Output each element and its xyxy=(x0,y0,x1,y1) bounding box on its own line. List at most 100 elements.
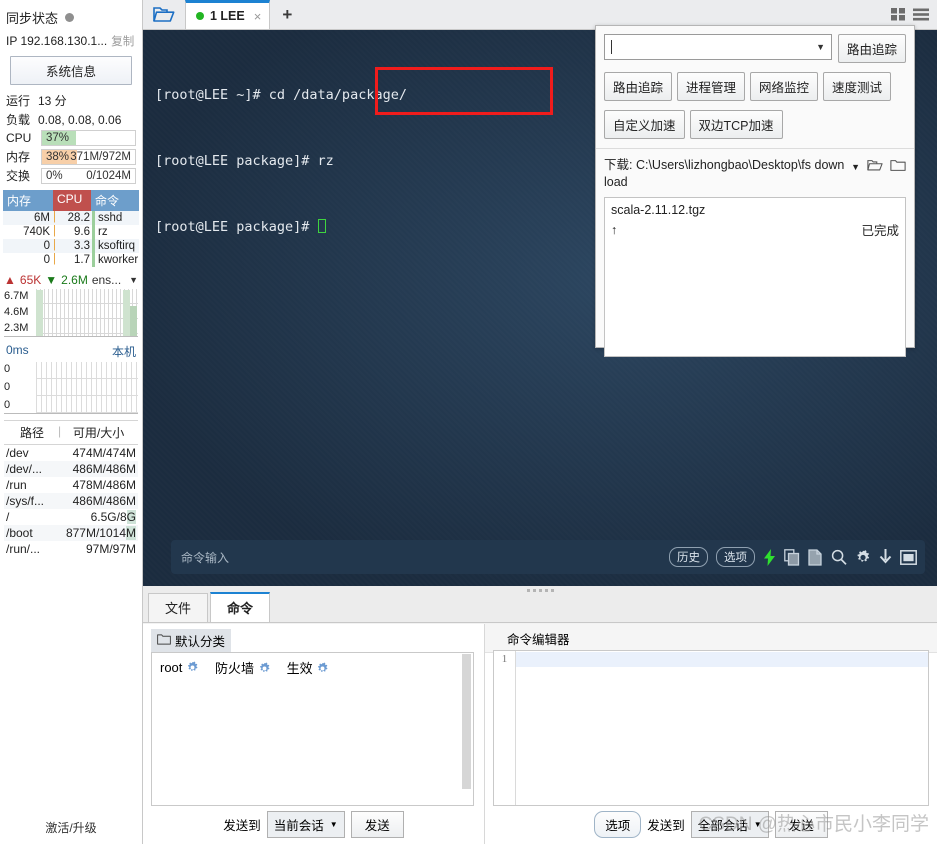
download-list[interactable]: scala-2.11.12.tgz ↑ 已完成 xyxy=(604,197,906,357)
send-target-value-2: 全部会话 xyxy=(697,819,748,833)
tool-button[interactable]: 进程管理 xyxy=(677,72,746,101)
disk-size: 486M/486M xyxy=(72,494,136,508)
gear-icon[interactable] xyxy=(186,660,199,677)
disk-row[interactable]: /run/... 97M/97M xyxy=(4,541,138,557)
command-input-bar[interactable]: 命令输入 历史 选项 xyxy=(171,540,925,574)
process-row[interactable]: 740K | 9.6 rz xyxy=(3,225,139,239)
download-icon[interactable] xyxy=(879,548,892,566)
disk-row[interactable]: /boot 877M/1014M xyxy=(4,525,138,541)
latency-value: 0ms xyxy=(6,343,29,357)
bottom-tab-bar: 文件 命令 xyxy=(143,592,937,623)
process-cpu: 9.6 xyxy=(74,226,90,238)
tab-files[interactable]: 文件 xyxy=(148,593,209,622)
upload-speed: 65K xyxy=(19,273,42,287)
disk-path: /run/... xyxy=(6,542,41,556)
disk-row[interactable]: /run 478M/486M xyxy=(4,477,138,493)
tool-button[interactable]: 网络监控 xyxy=(750,72,819,101)
trace-route-button[interactable]: 路由追踪 xyxy=(837,34,906,63)
axis-tick-label: 6.7M xyxy=(4,290,29,302)
process-row[interactable]: 6M | 28.2 sshd xyxy=(3,211,139,225)
close-icon[interactable]: × xyxy=(254,9,262,24)
disk-row[interactable]: /dev 474M/474M xyxy=(4,445,138,461)
chevron-down-icon[interactable]: ▼ xyxy=(851,162,860,172)
disk-row[interactable]: / 6.5G/8G xyxy=(4,509,138,525)
disk-table-header: 路径 | 可用/大小 xyxy=(4,421,138,445)
send-button-2[interactable]: 发送 xyxy=(774,811,828,838)
tool-button[interactable]: 路由追踪 xyxy=(604,72,673,101)
gear-icon[interactable] xyxy=(855,549,871,566)
lightning-icon[interactable] xyxy=(763,548,776,566)
axis-tick-label: 0 xyxy=(4,381,11,393)
process-cpu: 28.2 xyxy=(67,212,90,224)
sync-status-indicator-icon xyxy=(65,13,75,22)
open-folder-icon[interactable] xyxy=(867,159,883,175)
session-tab-label: 1 LEE xyxy=(210,9,245,23)
folder-icon[interactable] xyxy=(890,159,906,175)
process-cpu: 3.3 xyxy=(74,240,90,252)
send-target-select-2[interactable]: 全部会话 ▼ xyxy=(690,811,769,838)
load-label: 负载 xyxy=(6,113,31,127)
window-icon[interactable] xyxy=(900,549,917,565)
disk-path: /run xyxy=(6,478,27,492)
download-item[interactable]: scala-2.11.12.tgz ↑ 已完成 xyxy=(611,203,899,239)
send-controls-right: 选项 发送到 全部会话 ▼ 发送 xyxy=(485,811,937,838)
options-button[interactable]: 选项 xyxy=(716,547,755,567)
gear-icon[interactable] xyxy=(316,662,329,678)
disk-row[interactable]: /dev/... 486M/486M xyxy=(4,461,138,477)
process-row[interactable]: 0 | 1.7 kworker xyxy=(3,253,139,267)
category-chip[interactable]: 默认分类 xyxy=(151,629,232,652)
disk-size: 486M/486M xyxy=(72,462,136,476)
command-list-box[interactable]: root 防火墙 生效 xyxy=(151,652,474,806)
command-list-scrollbar[interactable] xyxy=(461,654,472,804)
scrollbar-thumb[interactable] xyxy=(462,654,471,789)
system-info-button[interactable]: 系统信息 xyxy=(10,56,132,85)
command-list-pane: 默认分类 root 防火墙 生效 发送到 当前会话 ▼ 发送 xyxy=(143,624,484,844)
activate-upgrade-link[interactable]: 激活/升级 xyxy=(0,819,142,836)
gear-icon[interactable] xyxy=(258,662,271,678)
session-tab-lee[interactable]: 1 LEE × xyxy=(185,0,271,29)
command-item[interactable]: 生效 xyxy=(287,658,330,678)
trace-target-combo[interactable]: ▼ xyxy=(604,34,832,60)
list-view-icon[interactable] xyxy=(913,8,929,26)
open-folder-icon[interactable] xyxy=(143,0,185,29)
chevron-down-icon[interactable]: ▼ xyxy=(129,275,138,285)
send-button[interactable]: 发送 xyxy=(350,811,404,838)
tool-button[interactable]: 速度测试 xyxy=(823,72,892,101)
swap-label: 交换 xyxy=(6,169,31,183)
grid-view-icon[interactable] xyxy=(891,8,907,26)
process-header-command[interactable]: 命令 xyxy=(91,190,139,211)
copy-icon[interactable] xyxy=(784,548,800,566)
copy-ip-button[interactable]: 复制 xyxy=(111,33,134,49)
process-header-memory[interactable]: 内存 xyxy=(3,190,53,211)
download-path-label: 下载: C:\Users\lizhongbao\Desktop\fs downl… xyxy=(604,158,845,189)
send-target-select[interactable]: 当前会话 ▼ xyxy=(266,811,345,838)
tab-commands[interactable]: 命令 xyxy=(210,592,271,622)
memory-label: 内存 xyxy=(6,150,31,164)
command-editor-box[interactable]: 1 xyxy=(493,650,929,806)
disk-size: 6.5G/8G xyxy=(90,510,136,524)
search-icon[interactable] xyxy=(831,549,847,566)
disk-row[interactable]: /sys/f... 486M/486M xyxy=(4,493,138,509)
tool-button[interactable]: 自定义加速 xyxy=(604,110,685,139)
latency-target: 本机 xyxy=(111,345,136,359)
sync-status-label: 同步状态 xyxy=(6,11,59,26)
command-item[interactable]: root xyxy=(160,660,199,677)
network-tools-panel: ▼ 路由追踪 路由追踪 进程管理 网络监控 速度测试 自定义加速 双边TCP加速 下载:… xyxy=(595,25,915,357)
paste-icon[interactable] xyxy=(808,548,823,566)
chevron-down-icon[interactable]: ▼ xyxy=(816,42,825,52)
editor-text-area[interactable] xyxy=(516,651,928,805)
process-cpu: 1.7 xyxy=(74,254,90,266)
tool-button[interactable]: 双边TCP加速 xyxy=(689,110,783,139)
history-button[interactable]: 历史 xyxy=(669,547,708,567)
editor-options-button[interactable]: 选项 xyxy=(594,811,642,838)
command-input-placeholder: 命令输入 xyxy=(181,550,230,565)
editor-current-line-highlight xyxy=(516,652,928,667)
axis-tick-label: 0 xyxy=(4,399,11,411)
process-command: ksoftirq xyxy=(92,239,139,253)
process-header-cpu[interactable]: CPU xyxy=(53,190,91,211)
command-item[interactable]: 防火墙 xyxy=(215,658,271,678)
command-editor-title: 命令编辑器 xyxy=(485,624,937,653)
new-tab-button[interactable]: + xyxy=(270,0,304,29)
process-row[interactable]: 0 | 3.3 ksoftirq xyxy=(3,239,139,253)
network-interface-name: ens... xyxy=(91,273,122,287)
